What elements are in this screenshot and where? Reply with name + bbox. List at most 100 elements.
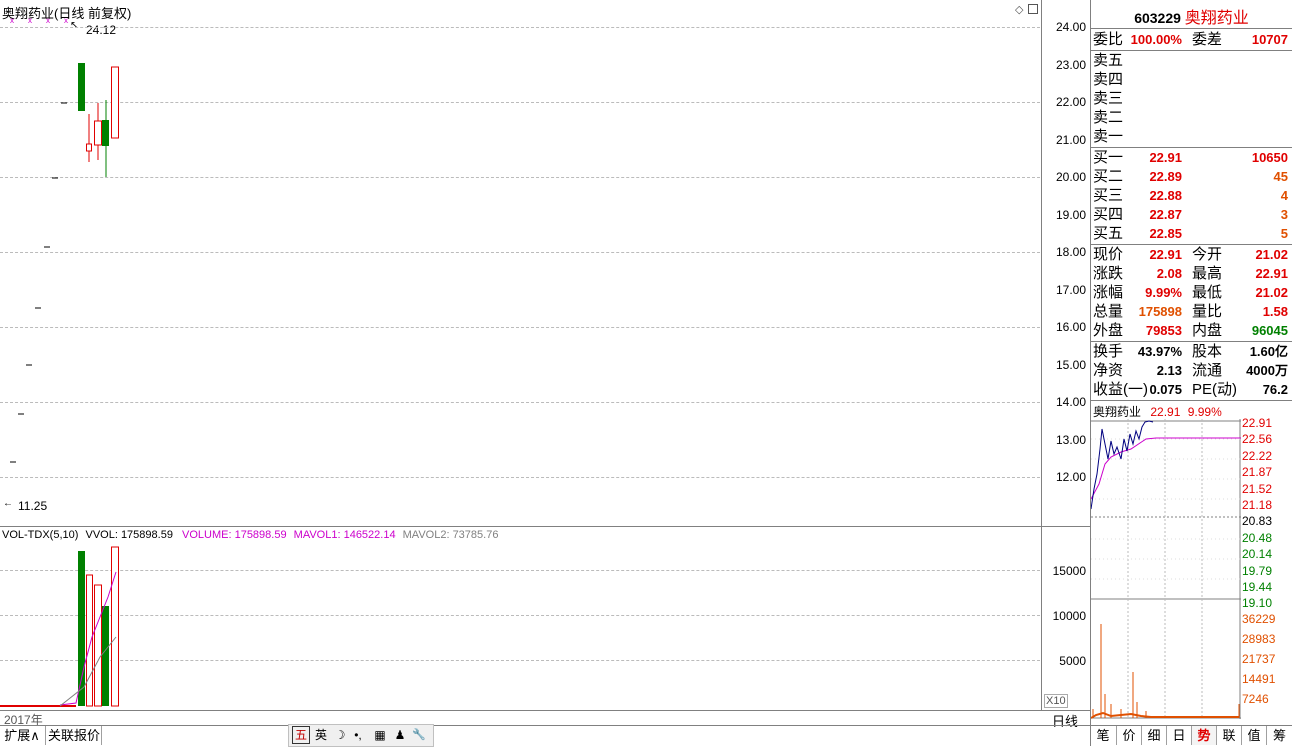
right-tab-trend[interactable]: 势	[1191, 726, 1216, 745]
price-tick: 24.00	[1055, 20, 1086, 34]
volume-bar	[102, 606, 109, 706]
ime-english-icon[interactable]: 英	[312, 725, 330, 745]
ime-moon-icon[interactable]: ☽	[332, 725, 348, 745]
buy-level-row: 买四 22.87 3	[1093, 205, 1290, 224]
volume-bar	[78, 551, 85, 706]
buy-level-price: 22.87	[1149, 207, 1182, 222]
buy-level-label: 买一	[1093, 149, 1124, 166]
buy-level-volume: 3	[1280, 207, 1288, 222]
bottom-tab-related-quotes[interactable]: 关联报价	[45, 726, 102, 745]
bottom-tab-expand[interactable]: 扩展∧	[0, 726, 44, 745]
mini-vol-tick: 28983	[1242, 632, 1276, 646]
volume-tick: 10000	[1052, 609, 1086, 623]
mini-price-tick: 19.44	[1242, 580, 1273, 594]
mini-price-tick: 22.56	[1242, 432, 1273, 446]
right-tab-value[interactable]: 值	[1241, 726, 1266, 745]
mini-vol-tick: 14491	[1242, 672, 1276, 686]
candle-down	[78, 63, 85, 111]
mini-chart-header: 奥翔药业 22.91 9.99%	[1093, 403, 1222, 420]
price-tick: 16.00	[1055, 320, 1086, 334]
quote-label: 最低	[1192, 284, 1223, 301]
mini-price-line	[1090, 420, 1154, 510]
quote-label: 现价	[1093, 246, 1124, 263]
ime-user-icon[interactable]: ♟	[392, 725, 408, 745]
buy-level-volume: 5	[1280, 226, 1288, 241]
volume-svg	[0, 546, 119, 707]
mini-price-tick: 21.52	[1242, 482, 1273, 496]
volume-tick: 5000	[1059, 654, 1086, 668]
fundamental-label: 股本	[1192, 343, 1223, 360]
buy-level-volume: 4	[1280, 188, 1288, 203]
right-tab-detail[interactable]: 细	[1141, 726, 1166, 745]
fundamental-label: PE(动)	[1192, 381, 1238, 398]
sell-level-label: 卖五	[1093, 52, 1124, 69]
buy-level-price: 22.88	[1149, 188, 1182, 203]
buy-level-row: 买五 22.85 5	[1093, 224, 1290, 243]
mini-price-tick: 20.48	[1242, 531, 1273, 545]
mini-price-tick: 22.22	[1242, 449, 1273, 463]
ime-keyboard-icon[interactable]: ▦	[371, 725, 389, 745]
mini-avg-line	[1090, 437, 1241, 500]
right-tab-link[interactable]: 联	[1216, 726, 1241, 745]
mini-price-tick: 19.79	[1242, 564, 1273, 578]
mini-vol-tick: 7246	[1242, 692, 1269, 706]
price-tick: 14.00	[1055, 395, 1086, 409]
right-tab-chips[interactable]: 筹	[1266, 726, 1292, 745]
mini-intraday-chart[interactable]	[1090, 419, 1241, 719]
fundamental-row: 换手 43.97% 股本 1.60亿	[1093, 342, 1290, 361]
quote-value: 2.08	[1156, 266, 1182, 281]
buy-level-price: 22.89	[1149, 169, 1182, 184]
stock-code: 603229	[1134, 10, 1181, 26]
order-diff-label: 委差	[1192, 31, 1223, 48]
quote-value: 96045	[1251, 323, 1288, 338]
price-axis: 24.00 23.00 22.00 21.00 20.00 19.00 18.0…	[1042, 0, 1090, 526]
mini-price-tick: 19.10	[1242, 596, 1273, 610]
right-tab-price[interactable]: 价	[1116, 726, 1141, 745]
fundamental-value: 2.13	[1156, 363, 1182, 378]
quote-label: 最高	[1192, 265, 1223, 282]
quote-row: 总量 175898 量比 1.58	[1093, 302, 1290, 321]
candle-up	[94, 120, 102, 146]
ime-settings-icon[interactable]: 🔧	[411, 725, 427, 745]
period-label[interactable]: 日线	[1052, 711, 1078, 730]
quote-value: 1.58	[1262, 304, 1288, 319]
quote-value: 9.99%	[1145, 285, 1182, 300]
ime-five-stroke-icon[interactable]: 五	[292, 726, 310, 744]
buy-level-label: 买三	[1093, 187, 1124, 204]
quote-label: 内盘	[1192, 322, 1223, 339]
buy-level-volume: 45	[1273, 169, 1288, 184]
fundamental-row: 收益(一) 0.075 PE(动) 76.2	[1093, 380, 1290, 399]
quote-label: 涨幅	[1093, 284, 1124, 301]
fundamental-value: 1.60亿	[1249, 344, 1288, 359]
order-diff-value: 10707	[1251, 32, 1288, 47]
ime-punctuation-icon[interactable]: •,	[350, 725, 366, 745]
fundamental-value: 0.075	[1149, 382, 1182, 397]
volume-bar	[94, 584, 102, 707]
quote-label: 今开	[1192, 246, 1223, 263]
mini-chart-pct: 9.99%	[1187, 405, 1222, 419]
mini-price-tick: 20.83	[1242, 514, 1273, 528]
mini-vol-tick: 21737	[1242, 652, 1276, 666]
buy-level-volume: 10650	[1251, 150, 1288, 165]
mini-price-tick: 22.91	[1242, 416, 1273, 430]
buy-level-row: 买三 22.88 4	[1093, 186, 1290, 205]
volume-unit: X10	[1044, 694, 1068, 708]
price-tick: 15.00	[1055, 358, 1086, 372]
price-tick: 13.00	[1055, 433, 1086, 447]
volume-panel[interactable]: VOL-TDX(5,10) VVOL: 175898.59 VOLUME: 17…	[0, 527, 1041, 710]
quote-label: 外盘	[1093, 322, 1124, 339]
right-tab-daily[interactable]: 日	[1166, 726, 1191, 745]
sell-level-label: 卖三	[1093, 90, 1124, 107]
kline-chart-panel[interactable]: 奥翔药业(日线 前复权) ◇ xxxx ↖ 24.12 ← 11.25	[0, 0, 1042, 526]
quote-row: 涨幅 9.99% 最低 21.02	[1093, 283, 1290, 302]
ime-toolbar[interactable]: 五 英 ☽ •, ▦ ♟ 🔧	[288, 724, 434, 747]
price-tick: 19.00	[1055, 208, 1086, 222]
volume-tick: 15000	[1052, 564, 1086, 578]
sell-level-label: 卖一	[1093, 128, 1124, 145]
fundamental-value: 4000万	[1246, 363, 1288, 378]
buy-level-label: 买二	[1093, 168, 1124, 185]
quote-value: 22.91	[1255, 266, 1288, 281]
quote-row: 涨跌 2.08 最高 22.91	[1093, 264, 1290, 283]
fundamental-label: 收益(一)	[1093, 381, 1148, 398]
right-tab-ticks[interactable]: 笔	[1091, 726, 1115, 745]
